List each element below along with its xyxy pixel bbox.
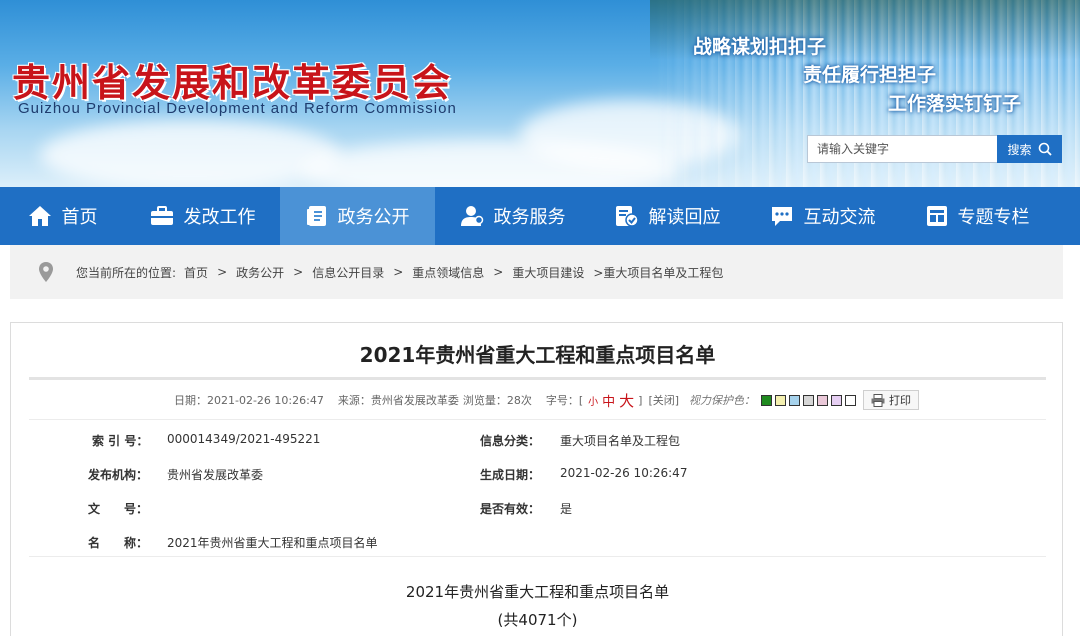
nav-item-label: 互动交流: [803, 207, 876, 228]
category-value: 重大项目名单及工程包: [560, 434, 681, 448]
title-divider: [29, 377, 1046, 380]
eye-protection-label: 视力保护色：: [689, 394, 756, 407]
search-input[interactable]: [807, 135, 997, 163]
valid-value: 是: [560, 502, 573, 516]
breadcrumb-separator: >: [493, 265, 504, 279]
meta-source: 来源：贵州省发展改革委: [337, 394, 459, 407]
breadcrumb-prefix: 您当前所在的位置:: [76, 265, 177, 280]
document-icon: [306, 206, 326, 226]
nav-item-label: 政务公开: [337, 207, 410, 228]
nav-item-public-affairs[interactable]: 政务公开: [280, 187, 435, 245]
info-table: 索 引 号： 000014349/2021-495221 信息分类： 重大项目名…: [29, 419, 1046, 557]
nav-item-interaction[interactable]: 互动交流: [745, 187, 900, 245]
eye-color-swatch-yellow[interactable]: [775, 394, 787, 406]
breadcrumb-project-list[interactable]: >重大项目名单及工程包: [593, 264, 723, 281]
font-size-close-bracket: ]: [638, 393, 643, 407]
nav-item-interpretation[interactable]: 解读回应: [590, 187, 745, 245]
chat-icon: [771, 207, 792, 226]
article-panel: 2021年贵州省重大工程和重点项目名单 日期：2021-02-26 10:26:…: [10, 322, 1063, 636]
meta-date: 日期：2021-02-26 10:26:47: [174, 394, 324, 407]
search-button[interactable]: 搜索: [997, 135, 1062, 163]
breadcrumb-public-affairs[interactable]: 政务公开: [236, 264, 284, 281]
breadcrumb-key-areas[interactable]: 重点领域信息: [412, 264, 484, 281]
eye-color-swatch-green[interactable]: [761, 394, 773, 406]
breadcrumb-catalog[interactable]: 信息公开目录: [312, 264, 384, 281]
eye-color-swatch-pink[interactable]: [817, 394, 829, 406]
font-size-label: 字号：[: [545, 394, 584, 407]
valid-label: 是否有效：: [480, 502, 541, 516]
name-label: 名 称：: [88, 536, 149, 550]
nav-item-services[interactable]: 政务服务: [435, 187, 590, 245]
search-bar: 搜索: [807, 135, 1062, 163]
location-pin-icon: [39, 262, 53, 282]
briefcase-icon: [150, 206, 173, 225]
breadcrumb-major-projects[interactable]: 重大项目建设: [512, 264, 584, 281]
index-number-label: 索 引 号：: [92, 434, 149, 448]
font-size-medium[interactable]: 中: [602, 391, 615, 410]
search-button-label: 搜索: [1007, 142, 1032, 157]
eye-color-swatch-white[interactable]: [845, 394, 857, 406]
content-heading: 2021年贵州省重大工程和重点项目名单: [405, 583, 670, 601]
breadcrumb-separator: >: [293, 265, 304, 279]
breadcrumb-separator: >: [393, 265, 404, 279]
eye-color-swatch-blue[interactable]: [789, 394, 801, 406]
nav-item-label: 政务服务: [493, 207, 566, 228]
header-banner: 贵州省发展和改革委员会 Guizhou Provincial Developme…: [0, 0, 1080, 187]
nav-item-topics[interactable]: 专题专栏: [900, 187, 1055, 245]
nav-item-label: 发改工作: [183, 207, 256, 228]
generated-date-label: 生成日期：: [480, 468, 541, 482]
eye-color-swatch-purple[interactable]: [831, 394, 843, 406]
close-page-link[interactable]: [关闭]: [648, 392, 679, 408]
meta-views: 浏览量：28次: [462, 394, 532, 407]
nav-item-home[interactable]: 首页: [0, 187, 125, 245]
slogan-1: 战略谋划扣扣子: [693, 36, 827, 58]
printer-icon: [871, 393, 885, 407]
main-nav: 首页 发改工作 政务公开 政务服务 解读回应 互动交流 专题专栏: [0, 187, 1080, 245]
content-subheading: (共4071个): [497, 611, 578, 629]
font-size-small[interactable]: 小: [588, 393, 598, 408]
breadcrumb-home[interactable]: 首页: [184, 264, 208, 281]
slogan-3: 工作落实钉钉子: [888, 93, 1022, 115]
print-label: 打印: [889, 394, 912, 407]
nav-item-label: 专题专栏: [957, 207, 1030, 228]
font-size-large[interactable]: 大: [619, 390, 634, 411]
category-label: 信息分类：: [480, 434, 541, 448]
site-logo-subtitle: Guizhou Provincial Development and Refor…: [18, 100, 457, 117]
grid-icon: [926, 206, 947, 226]
breadcrumb-separator: >: [217, 265, 228, 279]
nav-item-label: 首页: [61, 207, 98, 228]
search-icon: [1038, 142, 1052, 156]
slogan-2: 责任履行担担子: [803, 64, 937, 86]
name-value: 2021年贵州省重大工程和重点项目名单: [167, 536, 378, 550]
generated-date-value: 2021-02-26 10:26:47: [560, 466, 688, 480]
index-number-value: 000014349/2021-495221: [167, 432, 321, 446]
publisher-value: 贵州省发展改革委: [167, 468, 264, 482]
site-logo-title[interactable]: 贵州省发展和改革委员会: [12, 52, 452, 107]
nav-item-work[interactable]: 发改工作: [125, 187, 280, 245]
banner-cloud: [40, 120, 340, 187]
article-meta: 日期：2021-02-26 10:26:47 来源：贵州省发展改革委 浏览量：2…: [174, 389, 920, 411]
home-icon: [28, 206, 51, 226]
breadcrumb: 您当前所在的位置: 首页 > 政务公开 > 信息公开目录 > 重点领域信息 > …: [10, 245, 1063, 299]
print-button[interactable]: 打印: [863, 390, 920, 410]
document-number-label: 文 号：: [88, 502, 149, 516]
eye-color-swatch-gray[interactable]: [803, 394, 815, 406]
check-doc-icon: [615, 206, 639, 227]
nav-item-label: 解读回应: [648, 207, 721, 228]
article-title: 2021年贵州省重大工程和重点项目名单: [359, 343, 716, 367]
user-service-icon: [460, 206, 483, 226]
publisher-label: 发布机构：: [88, 468, 149, 482]
